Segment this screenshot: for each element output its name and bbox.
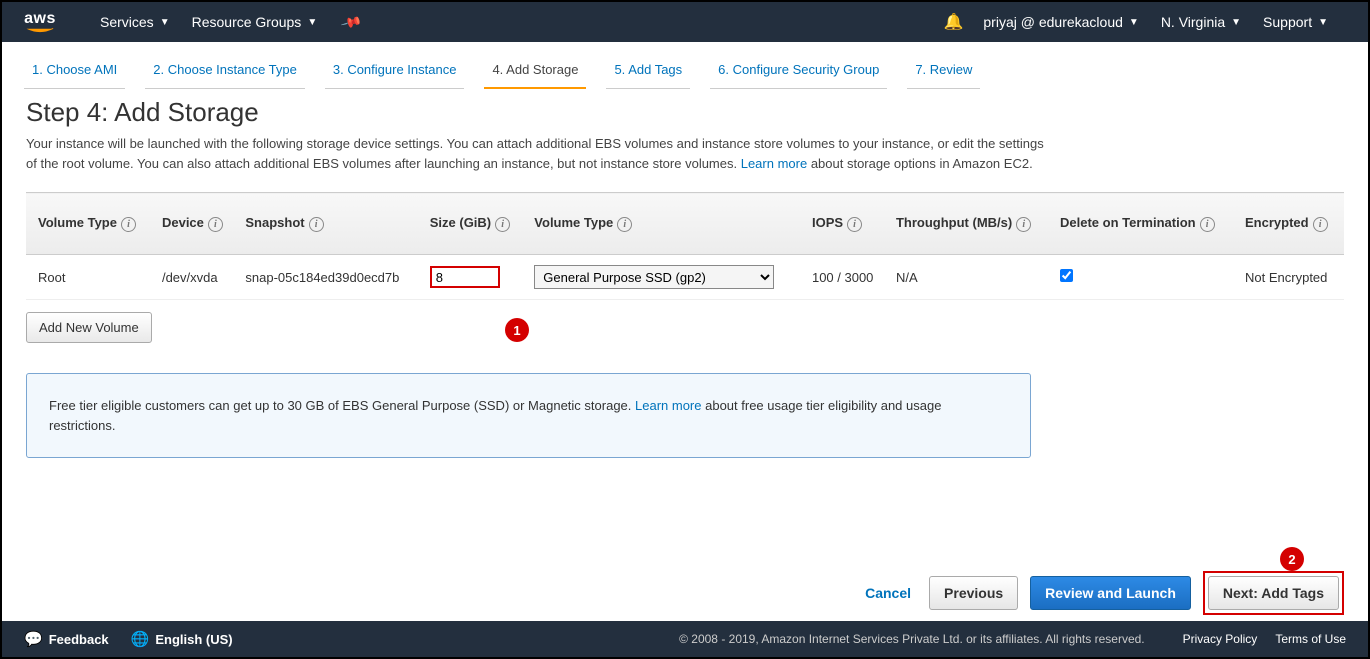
desc-part2: about storage options in Amazon EC2. (807, 156, 1032, 171)
nav-region-label: N. Virginia (1161, 14, 1225, 30)
info-icon[interactable]: i (617, 217, 632, 232)
tab-instance-type[interactable]: 2. Choose Instance Type (145, 56, 305, 89)
caret-down-icon: ▼ (160, 17, 170, 28)
main-content: Step 4: Add Storage Your instance will b… (2, 89, 1368, 458)
tab-configure-instance[interactable]: 3. Configure Instance (325, 56, 465, 89)
caret-down-icon: ▼ (1129, 17, 1139, 28)
learn-more-link[interactable]: Learn more (741, 156, 807, 171)
caret-down-icon: ▼ (1318, 17, 1328, 28)
bell-icon[interactable]: 🔔 (943, 12, 963, 32)
next-add-tags-button[interactable]: Next: Add Tags (1208, 576, 1339, 610)
caret-down-icon: ▼ (1231, 17, 1241, 28)
wizard-tabs: 1. Choose AMI 2. Choose Instance Type 3.… (2, 42, 1368, 89)
th-delete-on-termination: Delete on Terminationi (1052, 193, 1237, 255)
info-icon[interactable]: i (847, 217, 862, 232)
tab-choose-ami[interactable]: 1. Choose AMI (24, 56, 125, 89)
language-selector[interactable]: English (US) (155, 632, 232, 647)
th-device: Devicei (154, 193, 237, 255)
previous-button[interactable]: Previous (929, 576, 1018, 610)
nav-resource-groups[interactable]: Resource Groups ▼ (192, 14, 318, 30)
tab-add-tags[interactable]: 5. Add Tags (606, 56, 690, 89)
nav-account[interactable]: priyaj @ edurekacloud ▼ (983, 14, 1138, 30)
aws-logo-text: aws (24, 10, 56, 28)
feedback-icon: 💬 (24, 630, 43, 648)
cell-volume-type: Root (26, 255, 154, 300)
nav-support-label: Support (1263, 14, 1312, 30)
storage-table: Volume Typei Devicei Snapshoti Size (GiB… (26, 192, 1344, 300)
nav-account-label: priyaj @ edurekacloud (983, 14, 1123, 30)
th-iops: IOPSi (804, 193, 888, 255)
terms-of-use-link[interactable]: Terms of Use (1275, 632, 1346, 646)
cell-volume-type2: General Purpose SSD (gp2) (526, 255, 804, 300)
nav-region[interactable]: N. Virginia ▼ (1161, 14, 1241, 30)
cell-delete (1052, 255, 1237, 300)
size-input[interactable] (430, 266, 500, 288)
cell-device: /dev/xvda (154, 255, 237, 300)
th-encrypted: Encryptedi (1237, 193, 1344, 255)
caret-down-icon: ▼ (307, 17, 317, 28)
table-header-row: Volume Typei Devicei Snapshoti Size (GiB… (26, 193, 1344, 255)
th-size: Size (GiB)i (422, 193, 527, 255)
top-nav: aws Services ▼ Resource Groups ▼ 📌 🔔 priya… (2, 2, 1368, 42)
cell-size (422, 255, 527, 300)
review-and-launch-button[interactable]: Review and Launch (1030, 576, 1191, 610)
aws-swoosh-icon (20, 28, 60, 34)
copyright-text: © 2008 - 2019, Amazon Internet Services … (679, 632, 1145, 646)
aws-logo[interactable]: aws (20, 10, 60, 34)
annotation-1: 1 (505, 318, 529, 342)
privacy-policy-link[interactable]: Privacy Policy (1183, 632, 1258, 646)
infobox-text1: Free tier eligible customers can get up … (49, 398, 635, 413)
info-icon[interactable]: i (495, 217, 510, 232)
infobox-learn-more-link[interactable]: Learn more (635, 398, 701, 413)
info-icon[interactable]: i (1016, 217, 1031, 232)
tab-add-storage[interactable]: 4. Add Storage (484, 56, 586, 89)
info-icon[interactable]: i (1313, 217, 1328, 232)
cell-throughput: N/A (888, 255, 1052, 300)
info-icon[interactable]: i (121, 217, 136, 232)
th-throughput: Throughput (MB/s)i (888, 193, 1052, 255)
cell-encrypted: Not Encrypted (1237, 255, 1344, 300)
nav-support[interactable]: Support ▼ (1263, 14, 1328, 30)
nav-services-label: Services (100, 14, 154, 30)
globe-icon: 🌐 (131, 630, 150, 648)
cell-snapshot: snap-05c184ed39d0ecd7b (237, 255, 421, 300)
feedback-link[interactable]: Feedback (49, 632, 109, 647)
volume-type-select[interactable]: General Purpose SSD (gp2) (534, 265, 774, 289)
nav-resource-groups-label: Resource Groups (192, 14, 302, 30)
pin-icon[interactable]: 📌 (340, 10, 364, 33)
page-description: Your instance will be launched with the … (26, 134, 1046, 174)
footer: 💬 Feedback 🌐 English (US) © 2008 - 2019,… (2, 621, 1368, 657)
delete-on-termination-checkbox[interactable] (1060, 269, 1073, 282)
cancel-link[interactable]: Cancel (865, 585, 911, 601)
info-icon[interactable]: i (1200, 217, 1215, 232)
info-icon[interactable]: i (208, 217, 223, 232)
th-volume-type: Volume Typei (26, 193, 154, 255)
tab-review[interactable]: 7. Review (907, 56, 980, 89)
th-volume-type2: Volume Typei (526, 193, 804, 255)
action-bar: Cancel Previous Review and Launch Next: … (865, 571, 1344, 615)
add-new-volume-button[interactable]: Add New Volume (26, 312, 152, 343)
annotation-2: 2 (1280, 547, 1304, 571)
cell-iops: 100 / 3000 (804, 255, 888, 300)
nav-services[interactable]: Services ▼ (100, 14, 170, 30)
th-snapshot: Snapshoti (237, 193, 421, 255)
free-tier-info-box: Free tier eligible customers can get up … (26, 373, 1031, 458)
tab-security-group[interactable]: 6. Configure Security Group (710, 56, 887, 89)
next-button-highlight: Next: Add Tags (1203, 571, 1344, 615)
page-title: Step 4: Add Storage (26, 97, 1344, 128)
table-row: Root /dev/xvda snap-05c184ed39d0ecd7b Ge… (26, 255, 1344, 300)
info-icon[interactable]: i (309, 217, 324, 232)
